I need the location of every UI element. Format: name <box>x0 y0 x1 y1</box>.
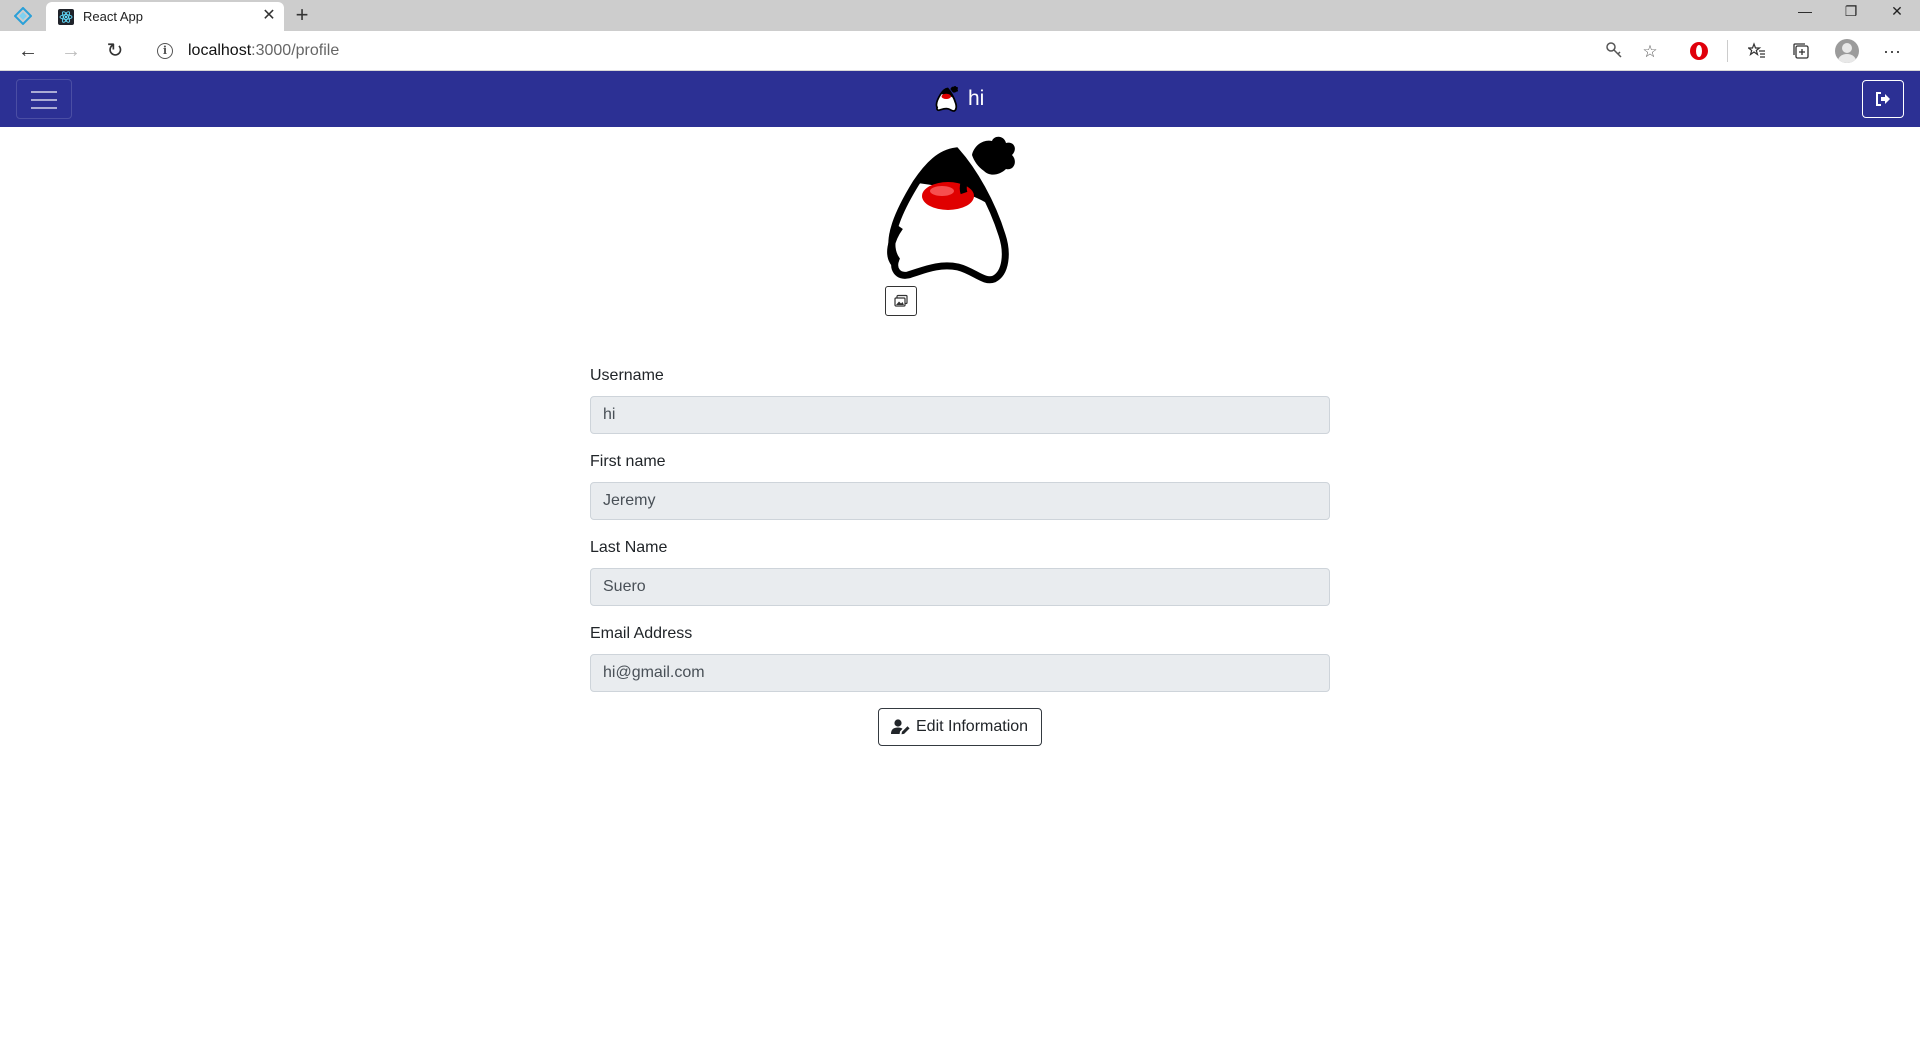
forward-arrow-icon[interactable]: → <box>55 36 87 66</box>
profile-picture <box>887 136 1015 284</box>
react-icon <box>58 9 74 25</box>
more-icon[interactable]: ··· <box>1876 36 1908 66</box>
username-field[interactable]: hi <box>590 396 1330 434</box>
url-path: :3000/profile <box>251 42 340 59</box>
opera-icon[interactable] <box>1690 42 1708 60</box>
change-photo-button[interactable] <box>885 286 917 316</box>
info-icon[interactable]: i <box>157 43 173 59</box>
favorites-icon[interactable] <box>1741 36 1773 66</box>
edit-information-label: Edit Information <box>916 718 1029 735</box>
user-edit-icon <box>891 719 910 735</box>
first-name-field[interactable]: Jeremy <box>590 482 1330 520</box>
back-arrow-icon[interactable]: ← <box>12 36 44 66</box>
toolbar-divider <box>1727 40 1728 62</box>
key-icon[interactable] <box>1603 41 1625 63</box>
hamburger-line <box>31 107 57 109</box>
restore-button[interactable]: ❐ <box>1828 0 1874 31</box>
duke-mascot-icon <box>935 86 958 112</box>
username-label: Username <box>590 367 664 384</box>
profile-icon[interactable] <box>1835 39 1859 63</box>
edge-dev-icon[interactable] <box>14 7 32 25</box>
browser-tab-strip: React App ✕ + — ❐ ✕ <box>0 0 1920 31</box>
last-name-label: Last Name <box>590 539 668 556</box>
menu-toggle-button[interactable] <box>16 79 72 119</box>
edit-information-button[interactable]: Edit Information <box>878 708 1042 746</box>
close-window-button[interactable]: ✕ <box>1874 0 1920 31</box>
browser-tab[interactable]: React App ✕ <box>46 2 284 31</box>
minimize-button[interactable]: — <box>1782 0 1828 31</box>
app-navbar: hi <box>0 71 1920 127</box>
new-tab-button[interactable]: + <box>290 3 314 27</box>
address-bar[interactable]: i localhost:3000/profile ☆ <box>145 35 1670 67</box>
tab-close-icon[interactable]: ✕ <box>260 6 278 26</box>
collections-icon[interactable] <box>1785 36 1817 66</box>
first-name-label: First name <box>590 453 666 470</box>
browser-toolbar: ← → ↻ i localhost:3000/profile ☆ ··· <box>0 31 1920 71</box>
last-name-field[interactable]: Suero <box>590 568 1330 606</box>
images-icon <box>894 294 908 307</box>
refresh-icon[interactable]: ↻ <box>99 36 131 66</box>
sign-out-icon <box>1876 92 1890 106</box>
hamburger-line <box>31 91 57 93</box>
email-field[interactable]: hi@gmail.com <box>590 654 1330 692</box>
url-text[interactable]: localhost:3000/profile <box>188 42 339 60</box>
navbar-username: hi <box>968 87 985 110</box>
logout-button[interactable] <box>1862 80 1904 118</box>
tab-title: React App <box>83 9 143 24</box>
email-label: Email Address <box>590 625 693 642</box>
url-host: localhost <box>188 42 252 59</box>
star-icon[interactable]: ☆ <box>1639 41 1661 63</box>
hamburger-line <box>31 99 57 101</box>
